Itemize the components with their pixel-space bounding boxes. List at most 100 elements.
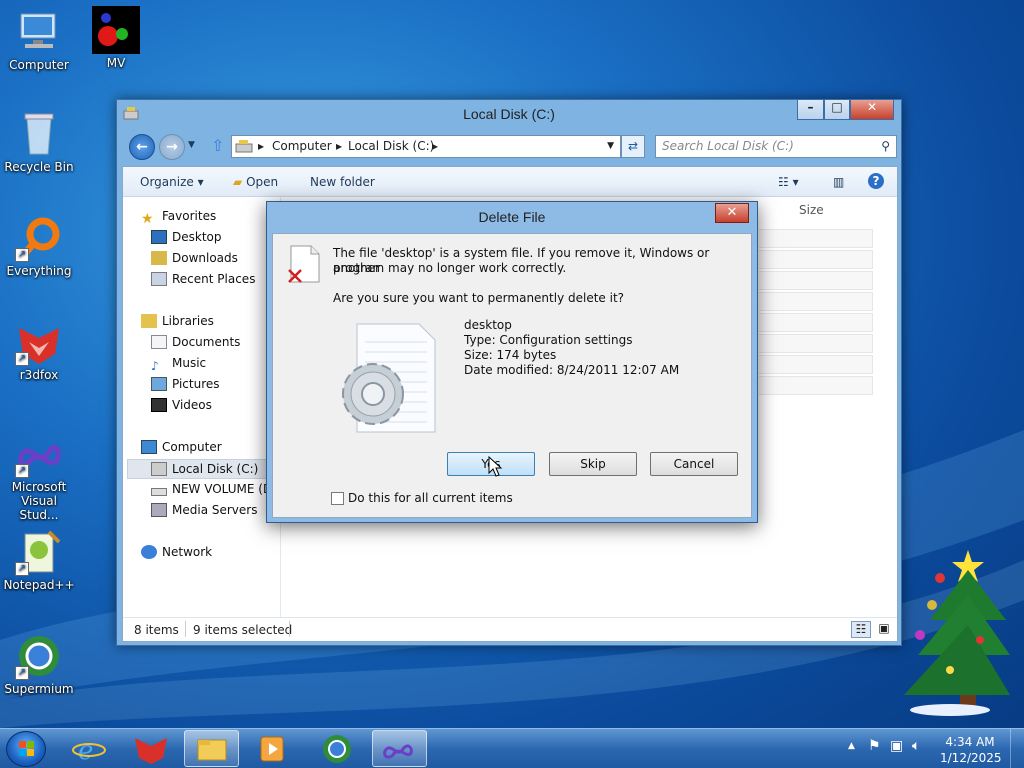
file-row[interactable]: [759, 250, 873, 269]
windows-logo-icon: [19, 741, 34, 756]
notepad-plus-plus-icon: ↗: [15, 528, 63, 576]
column-header-size[interactable]: Size: [799, 203, 824, 217]
large-icons-view-icon[interactable]: ▣: [875, 621, 893, 638]
desktop-icon-label: MV: [106, 56, 126, 70]
cancel-button[interactable]: Cancel: [650, 452, 738, 476]
shortcut-arrow-icon: ↗: [15, 562, 29, 576]
back-button[interactable]: ←: [129, 134, 155, 160]
nav-item-pictures[interactable]: Pictures: [151, 377, 220, 391]
address-bar[interactable]: ▸ Computer ▸ Local Disk (C:) ▸ ▼: [231, 135, 621, 158]
close-button[interactable]: ✕: [850, 100, 894, 120]
show-desktop-button[interactable]: [1010, 729, 1024, 768]
search-placeholder: Search Local Disk (C:): [662, 139, 794, 153]
media-player-icon: [260, 736, 284, 762]
clock-date: 1/12/2025: [940, 751, 1002, 765]
desktop-icon-notepad-plus-plus[interactable]: ↗ Notepad++: [0, 528, 78, 592]
nav-item-media-servers[interactable]: Media Servers: [151, 503, 257, 517]
file-row[interactable]: [759, 292, 873, 311]
help-icon[interactable]: ?: [868, 173, 884, 189]
network-icon[interactable]: ▣: [890, 738, 903, 754]
maximize-button[interactable]: □: [824, 100, 850, 120]
breadcrumb-local-disk[interactable]: Local Disk (C:): [348, 136, 434, 157]
taskbar-supermium[interactable]: [310, 730, 365, 767]
nav-network[interactable]: Network: [141, 545, 212, 559]
start-button[interactable]: [6, 731, 46, 767]
recent-pages-dropdown-icon[interactable]: ▼: [188, 140, 195, 150]
libraries-icon: [141, 314, 157, 328]
drive-icon: [151, 462, 167, 476]
nav-label: Computer: [162, 440, 222, 454]
desktop-icon-everything[interactable]: ↗ Everything: [0, 214, 78, 278]
internet-explorer-icon: e: [72, 736, 106, 766]
file-row[interactable]: [759, 229, 873, 248]
desktop-icon-supermium[interactable]: ↗ Supermium: [0, 632, 78, 696]
nav-favorites[interactable]: ★ Favorites: [141, 209, 216, 227]
r3dfox-icon: ↗: [15, 318, 63, 366]
apply-to-all-checkbox[interactable]: [331, 492, 344, 505]
desktop-icon-computer[interactable]: Computer: [0, 8, 78, 72]
forward-button[interactable]: →: [159, 134, 185, 160]
search-input[interactable]: Search Local Disk (C:) ⚲: [655, 135, 897, 158]
nav-item-videos[interactable]: Videos: [151, 398, 212, 412]
dialog-question: Are you sure you want to permanently del…: [333, 291, 625, 305]
address-dropdown-icon[interactable]: ▼: [607, 136, 614, 157]
preview-pane-icon[interactable]: ▥: [833, 175, 844, 189]
volume-icon[interactable]: 🔈︎: [912, 738, 920, 754]
search-icon: ⚲: [881, 139, 890, 153]
window-title: Local Disk (C:): [463, 106, 555, 122]
clock[interactable]: 4:34 AM 1/12/2025: [940, 734, 1002, 766]
up-arrow-icon[interactable]: ⇧: [211, 136, 224, 155]
action-center-flag-icon[interactable]: ⚑: [868, 738, 881, 754]
file-size: Size: 174 bytes: [464, 348, 557, 362]
file-row[interactable]: [759, 376, 873, 395]
desktop-icon-r3dfox[interactable]: ↗ r3dfox: [0, 318, 78, 382]
organize-menu[interactable]: Organize ▾: [140, 175, 204, 189]
nav-item-local-disk[interactable]: Local Disk (C:): [127, 459, 279, 479]
desktop-icon-label: Microsoft Visual Stud...: [11, 480, 67, 522]
nav-item-recent-places[interactable]: Recent Places: [151, 272, 255, 286]
organize-label: Organize: [140, 175, 194, 189]
desktop-icon-visual-studio[interactable]: ↗ Microsoft Visual Stud...: [0, 430, 78, 522]
nav-item-downloads[interactable]: Downloads: [151, 251, 238, 265]
nav-label: Libraries: [162, 314, 214, 328]
breadcrumb-computer[interactable]: Computer: [272, 136, 332, 157]
minimize-button[interactable]: –: [797, 100, 824, 120]
view-options-icon[interactable]: ☷ ▾: [778, 175, 799, 189]
shortcut-arrow-icon: ↗: [15, 464, 29, 478]
file-row[interactable]: [759, 334, 873, 353]
nav-item-music[interactable]: ♪ Music: [151, 356, 206, 373]
taskbar-internet-explorer[interactable]: e: [62, 730, 117, 767]
refresh-button[interactable]: ⇄: [621, 135, 645, 158]
new-folder-button[interactable]: New folder: [310, 175, 375, 189]
drive-icon: [235, 140, 253, 153]
dialog-title: Delete File: [478, 209, 546, 225]
file-row[interactable]: [759, 355, 873, 374]
open-button[interactable]: ▰ Open: [233, 175, 278, 189]
computer-icon: [141, 440, 157, 454]
nav-computer[interactable]: Computer: [141, 440, 222, 454]
file-date-modified: Date modified: 8/24/2011 12:07 AM: [464, 363, 680, 377]
file-name: desktop: [464, 318, 512, 332]
file-row[interactable]: [759, 313, 873, 332]
taskbar-file-explorer[interactable]: [184, 730, 239, 767]
nav-item-documents[interactable]: Documents: [151, 335, 240, 349]
nav-item-new-volume[interactable]: NEW VOLUME (D:: [151, 482, 276, 496]
desktop-icon-mv[interactable]: MV: [77, 6, 155, 70]
breadcrumb-separator-icon: ▸: [258, 139, 265, 153]
taskbar-visual-studio[interactable]: [372, 730, 427, 767]
desktop-icon-recycle-bin[interactable]: Recycle Bin: [0, 110, 78, 174]
nav-libraries[interactable]: Libraries: [141, 314, 214, 328]
skip-button[interactable]: Skip: [549, 452, 637, 476]
taskbar-r3dfox[interactable]: [123, 730, 178, 767]
nav-label: Downloads: [172, 251, 238, 265]
file-row[interactable]: [759, 271, 873, 290]
dialog-close-button[interactable]: ✕: [715, 203, 749, 223]
delete-file-dialog: Delete File ✕ The file 'desktop' is a sy…: [266, 201, 758, 523]
desktop-icon-label: Everything: [6, 264, 72, 278]
desktop-icon-label: Recycle Bin: [4, 160, 74, 174]
show-hidden-icons-icon[interactable]: ▲: [848, 741, 855, 751]
taskbar-media-player[interactable]: [245, 730, 300, 767]
details-view-icon[interactable]: ☷: [851, 621, 871, 638]
selection-count: 9 items selected: [193, 623, 293, 637]
nav-item-desktop[interactable]: Desktop: [151, 230, 222, 244]
